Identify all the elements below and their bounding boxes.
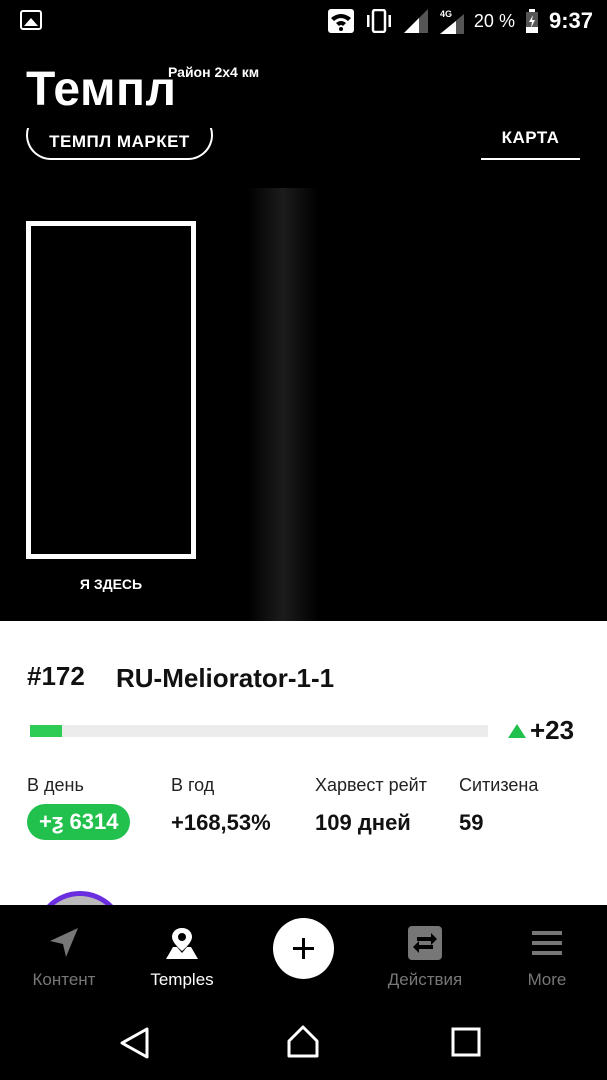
nav-item-temples[interactable]: Temples [122,905,242,1010]
stat-label: В год [171,775,215,795]
wifi-icon [327,9,354,33]
recent-apps-icon[interactable] [451,1027,481,1057]
current-plot-marker[interactable] [26,221,196,559]
status-icons: 4G 20 % 9:37 [327,6,593,36]
bottom-navigation: Контент Temples Действия More [0,905,607,1010]
stat-citizens: Ситизена 59 [459,775,538,836]
plot-number: #172 [27,661,85,691]
image-notification-icon [20,10,42,30]
stat-per-year: В год +168,53% [171,775,271,836]
stat-value: +168,53% [171,810,271,835]
map-view[interactable]: Я ЗДЕСЬ [0,188,607,621]
map-pin-icon [166,928,198,959]
progress-bar [30,725,488,737]
here-label: Я ЗДЕСЬ [79,576,143,592]
clock: 9:37 [548,8,593,33]
temple-market-label: ТЕМПЛ МАРКЕТ [49,132,190,151]
plot-name: RU-Meliorator-1-1 [116,663,335,693]
header-divider [0,112,607,128]
plot-info-panel: #172 RU-Meliorator-1-1 +23 В день +ƺ 631… [0,621,607,983]
tab-map-label: КАРТА [501,128,560,147]
battery-percent: 20 % [473,10,515,31]
svg-text:4G: 4G [440,9,452,19]
navigation-arrow-icon [50,928,78,957]
map-gradient-strip [248,188,318,621]
signal-icon [403,9,428,33]
stat-label: Ситизена [459,775,539,795]
nav-item-more[interactable]: More [487,905,607,1010]
stat-value: 109 дней [315,810,411,835]
stat-value-badge: +ƺ 6314 [27,804,131,840]
signal-4g-icon: 4G [439,9,464,34]
vibrate-icon [366,9,391,33]
add-button[interactable] [273,918,334,979]
stat-harvest-rate: Харвест рейт 109 дней [315,775,427,836]
nav-item-actions[interactable]: Действия [365,905,485,1010]
district-size: Район 2х4 км [168,64,260,80]
battery-icon [525,9,538,33]
system-navigation-bar [0,1010,607,1080]
nav-item-label: Temples [150,970,214,989]
nav-item-label: Контент [32,970,96,989]
nav-item-label: Действия [387,970,463,989]
up-arrow-icon [508,723,526,738]
delta-value: +23 [530,715,575,745]
stat-label: В день [27,775,84,795]
home-icon[interactable] [285,1023,321,1059]
menu-icon [532,931,562,955]
stat-per-day: В день +ƺ 6314 [27,775,131,840]
progress-bar-fill [30,725,63,737]
delta-indicator: +23 [508,715,574,746]
status-bar: 4G 20 % 9:37 [0,0,607,42]
nav-item-content[interactable]: Контент [4,905,124,1010]
stat-value: 59 [459,810,484,835]
swap-icon [408,926,442,960]
nav-item-label: More [527,970,567,989]
stat-label: Харвест рейт [315,775,427,795]
back-icon[interactable] [118,1026,152,1060]
